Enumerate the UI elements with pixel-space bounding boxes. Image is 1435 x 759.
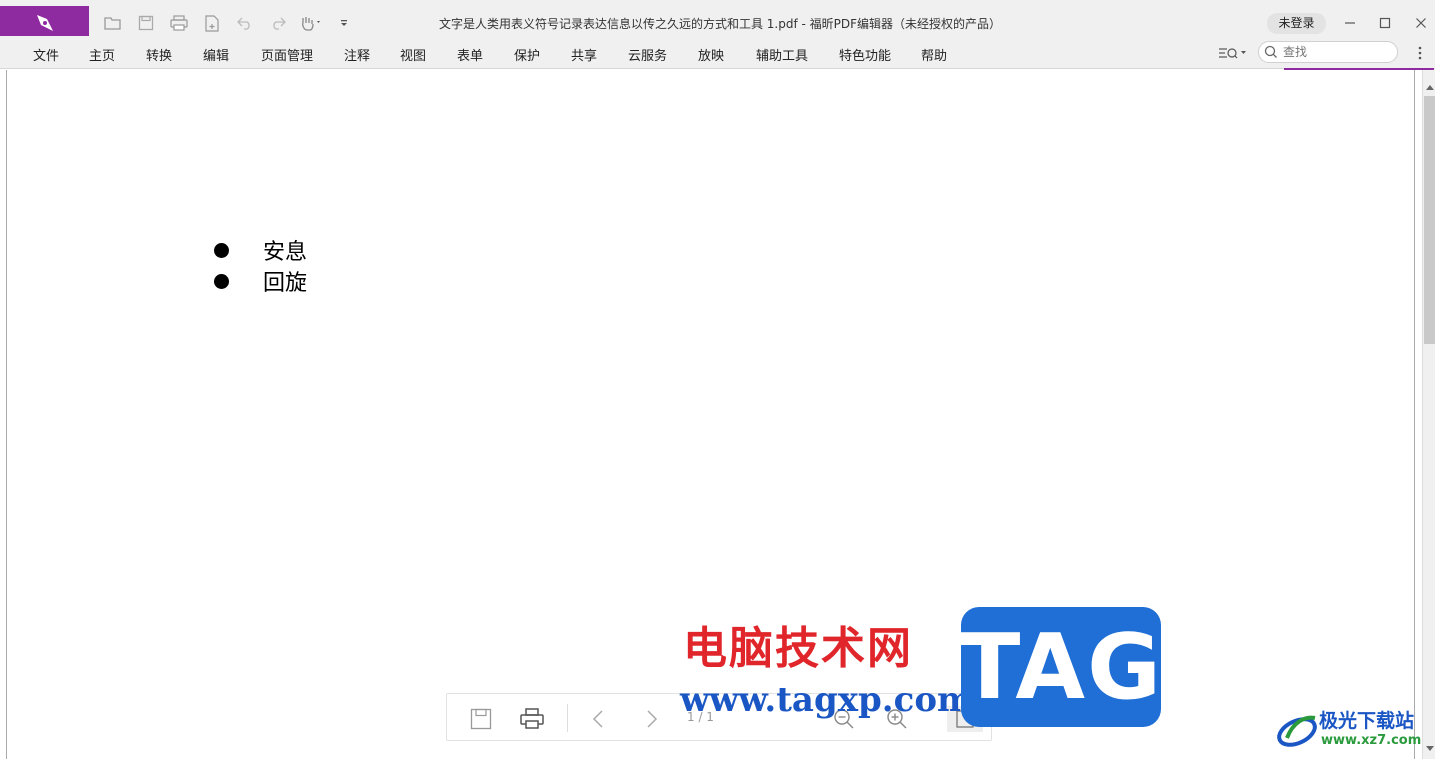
more-options-button[interactable]	[1414, 44, 1426, 62]
toolbar-separator	[567, 704, 568, 732]
login-button[interactable]: 未登录	[1267, 13, 1326, 34]
page-right-edge	[1414, 70, 1415, 759]
close-icon	[1416, 18, 1426, 28]
undo-icon[interactable]	[228, 11, 261, 35]
menu-assist-tools[interactable]: 辅助工具	[756, 45, 808, 64]
folder-open-icon[interactable]	[96, 11, 129, 35]
window-title: 文字是人类用表义符号记录表达信息以传之久远的方式和工具 1.pdf - 福昕PD…	[438, 17, 1002, 31]
print-button[interactable]	[519, 706, 545, 732]
menu-bar: 文件 主页 转换 编辑 页面管理 注释 视图 表单 保护 共享 云服务 放映 辅…	[0, 36, 1435, 69]
arrow-up-icon	[1425, 85, 1434, 90]
search-icon	[1264, 45, 1277, 58]
print-icon	[520, 708, 544, 729]
watermark-xz7: 极光下载站 www.xz7.com	[1275, 706, 1425, 754]
next-page-button[interactable]	[639, 706, 665, 732]
search-options-icon	[1219, 48, 1246, 59]
foxit-pen-icon	[36, 14, 53, 31]
menu-home[interactable]: 主页	[89, 45, 115, 64]
list-item: 回旋	[214, 267, 308, 296]
scroll-up-button[interactable]	[1423, 80, 1435, 94]
app-logo[interactable]	[0, 6, 89, 39]
chevron-right-icon	[647, 710, 658, 728]
hand-tool-icon[interactable]	[294, 11, 327, 35]
list-item: 安息	[214, 236, 308, 265]
search-input[interactable]	[1283, 44, 1391, 60]
list-item-text: 回旋	[263, 271, 308, 296]
view-options-button[interactable]	[1218, 44, 1248, 62]
menu-comment[interactable]: 注释	[344, 45, 370, 64]
menu-page-management[interactable]: 页面管理	[261, 45, 313, 64]
save-button[interactable]	[468, 706, 494, 732]
menu-featured[interactable]: 特色功能	[839, 45, 891, 64]
quick-access-toolbar	[96, 11, 360, 35]
maximize-button[interactable]	[1370, 13, 1400, 33]
prev-page-button[interactable]	[585, 706, 611, 732]
list-item-text: 安息	[263, 240, 308, 265]
title-bar: 文字是人类用表义符号记录表达信息以传之久远的方式和工具 1.pdf - 福昕PD…	[0, 0, 1435, 39]
vertical-scrollbar[interactable]	[1422, 70, 1435, 759]
menu-share[interactable]: 共享	[571, 45, 597, 64]
menu-view[interactable]: 视图	[400, 45, 426, 64]
search-box[interactable]	[1258, 41, 1398, 63]
save-icon	[470, 708, 492, 730]
menu-convert[interactable]: 转换	[146, 45, 172, 64]
close-button[interactable]	[1406, 13, 1435, 33]
watermark-site-name: 电脑技术网	[683, 623, 913, 674]
menu-file[interactable]: 文件	[33, 45, 59, 64]
bullet-dot	[214, 242, 229, 258]
scroll-thumb[interactable]	[1424, 96, 1435, 344]
minimize-icon	[1345, 22, 1355, 24]
watermark-url: www.tagxp.com	[680, 680, 973, 720]
bullet-dot	[214, 273, 229, 289]
arrow-down-icon	[1425, 746, 1434, 751]
menu-slideshow[interactable]: 放映	[698, 45, 724, 64]
xz7-logo-icon	[1277, 715, 1317, 747]
minimize-button[interactable]	[1335, 13, 1365, 33]
print-icon[interactable]	[162, 11, 195, 35]
customize-icon[interactable]	[327, 11, 360, 35]
chevron-left-icon	[592, 710, 603, 728]
watermark-xz7-name: 极光下载站	[1319, 710, 1415, 732]
menu-help[interactable]: 帮助	[921, 45, 947, 64]
menu-cloud-service[interactable]: 云服务	[628, 45, 667, 64]
save-icon[interactable]	[129, 11, 162, 35]
maximize-icon	[1379, 17, 1391, 29]
menu-form[interactable]: 表单	[457, 45, 483, 64]
watermark-xz7-url: www.xz7.com	[1321, 733, 1422, 748]
menu-edit[interactable]: 编辑	[203, 45, 229, 64]
page-left-edge	[6, 70, 7, 759]
more-vertical-icon	[1418, 46, 1422, 60]
watermark-tag-logo: TAG	[959, 607, 1161, 727]
redo-icon[interactable]	[261, 11, 294, 35]
menu-protect[interactable]: 保护	[514, 45, 540, 64]
new-file-icon[interactable]	[195, 11, 228, 35]
